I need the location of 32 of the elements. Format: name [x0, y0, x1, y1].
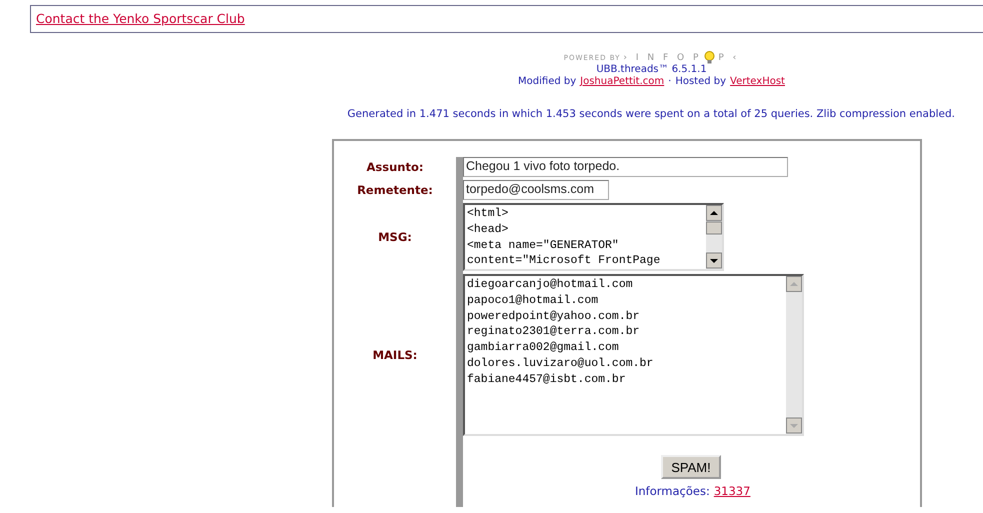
field-label: MAILS: — [372, 347, 418, 364]
hosted-text: Hosted by — [675, 76, 726, 88]
version-text: UBB.threads™ 6.5.1.1 — [596, 64, 707, 76]
info-label: Informações: — [635, 484, 710, 498]
text-line: gambiarra002@gmail.com — [467, 340, 620, 356]
text-line: diegoarcanjo@hotmail.com — [467, 277, 634, 293]
text-field[interactable]: torpedo@coolsms.com — [463, 180, 609, 200]
scrollbar-icon[interactable] — [706, 205, 722, 269]
author-link[interactable]: JoshuaPettit.com — [580, 76, 664, 88]
text-line: <html> — [467, 206, 510, 222]
separator-text: · — [668, 76, 672, 88]
contact-link[interactable]: Contact the Yenko Sportscar Club — [36, 11, 245, 26]
text-line: reginato2301@terra.com.br — [467, 324, 641, 340]
info-link[interactable]: 31337 — [714, 484, 750, 498]
text-area[interactable]: <html> <head> <meta name="GENERATOR" content="Microsoft FrontPage — [463, 203, 724, 271]
text-line: <head> — [467, 222, 510, 238]
field-label: Remetente: — [356, 182, 434, 199]
text-line: poweredpoint@yahoo.com.br — [467, 308, 641, 324]
generated-text: Generated in 1.471 seconds in which 1.453 seconds were spent on a total of 25 queries. Zlib compression enabled. — [347, 108, 955, 120]
text-field[interactable]: Chegou 1 vivo foto torpedo. — [463, 157, 788, 177]
host-link[interactable]: VertexHost — [730, 76, 785, 88]
text-line: dolores.luvizaro@uol.com.br — [467, 356, 654, 372]
spam-button[interactable]: SPAM! — [661, 455, 721, 479]
scrollbar-icon[interactable] — [786, 276, 802, 434]
text-line: fabiane4457@isbt.com.br — [467, 372, 627, 388]
field-label: MSG: — [377, 229, 413, 246]
text-line: papoco1@hotmail.com — [467, 292, 600, 309]
text-line: <meta name="GENERATOR" — [467, 238, 620, 254]
text-area[interactable]: diegoarcanjo@hotmail.com papoco1@hotmail.com poweredpoint@yahoo.com.br reginato2301@terra.com.br gambiarra002@gmail.com dolores.luvizaro@uol.com.br fabiane4457@isbt.com.br — [463, 274, 804, 436]
modified-text: Modified by — [518, 76, 576, 88]
text-line: content="Microsoft FrontPage — [467, 253, 662, 269]
field-label: Assunto: — [366, 159, 424, 176]
